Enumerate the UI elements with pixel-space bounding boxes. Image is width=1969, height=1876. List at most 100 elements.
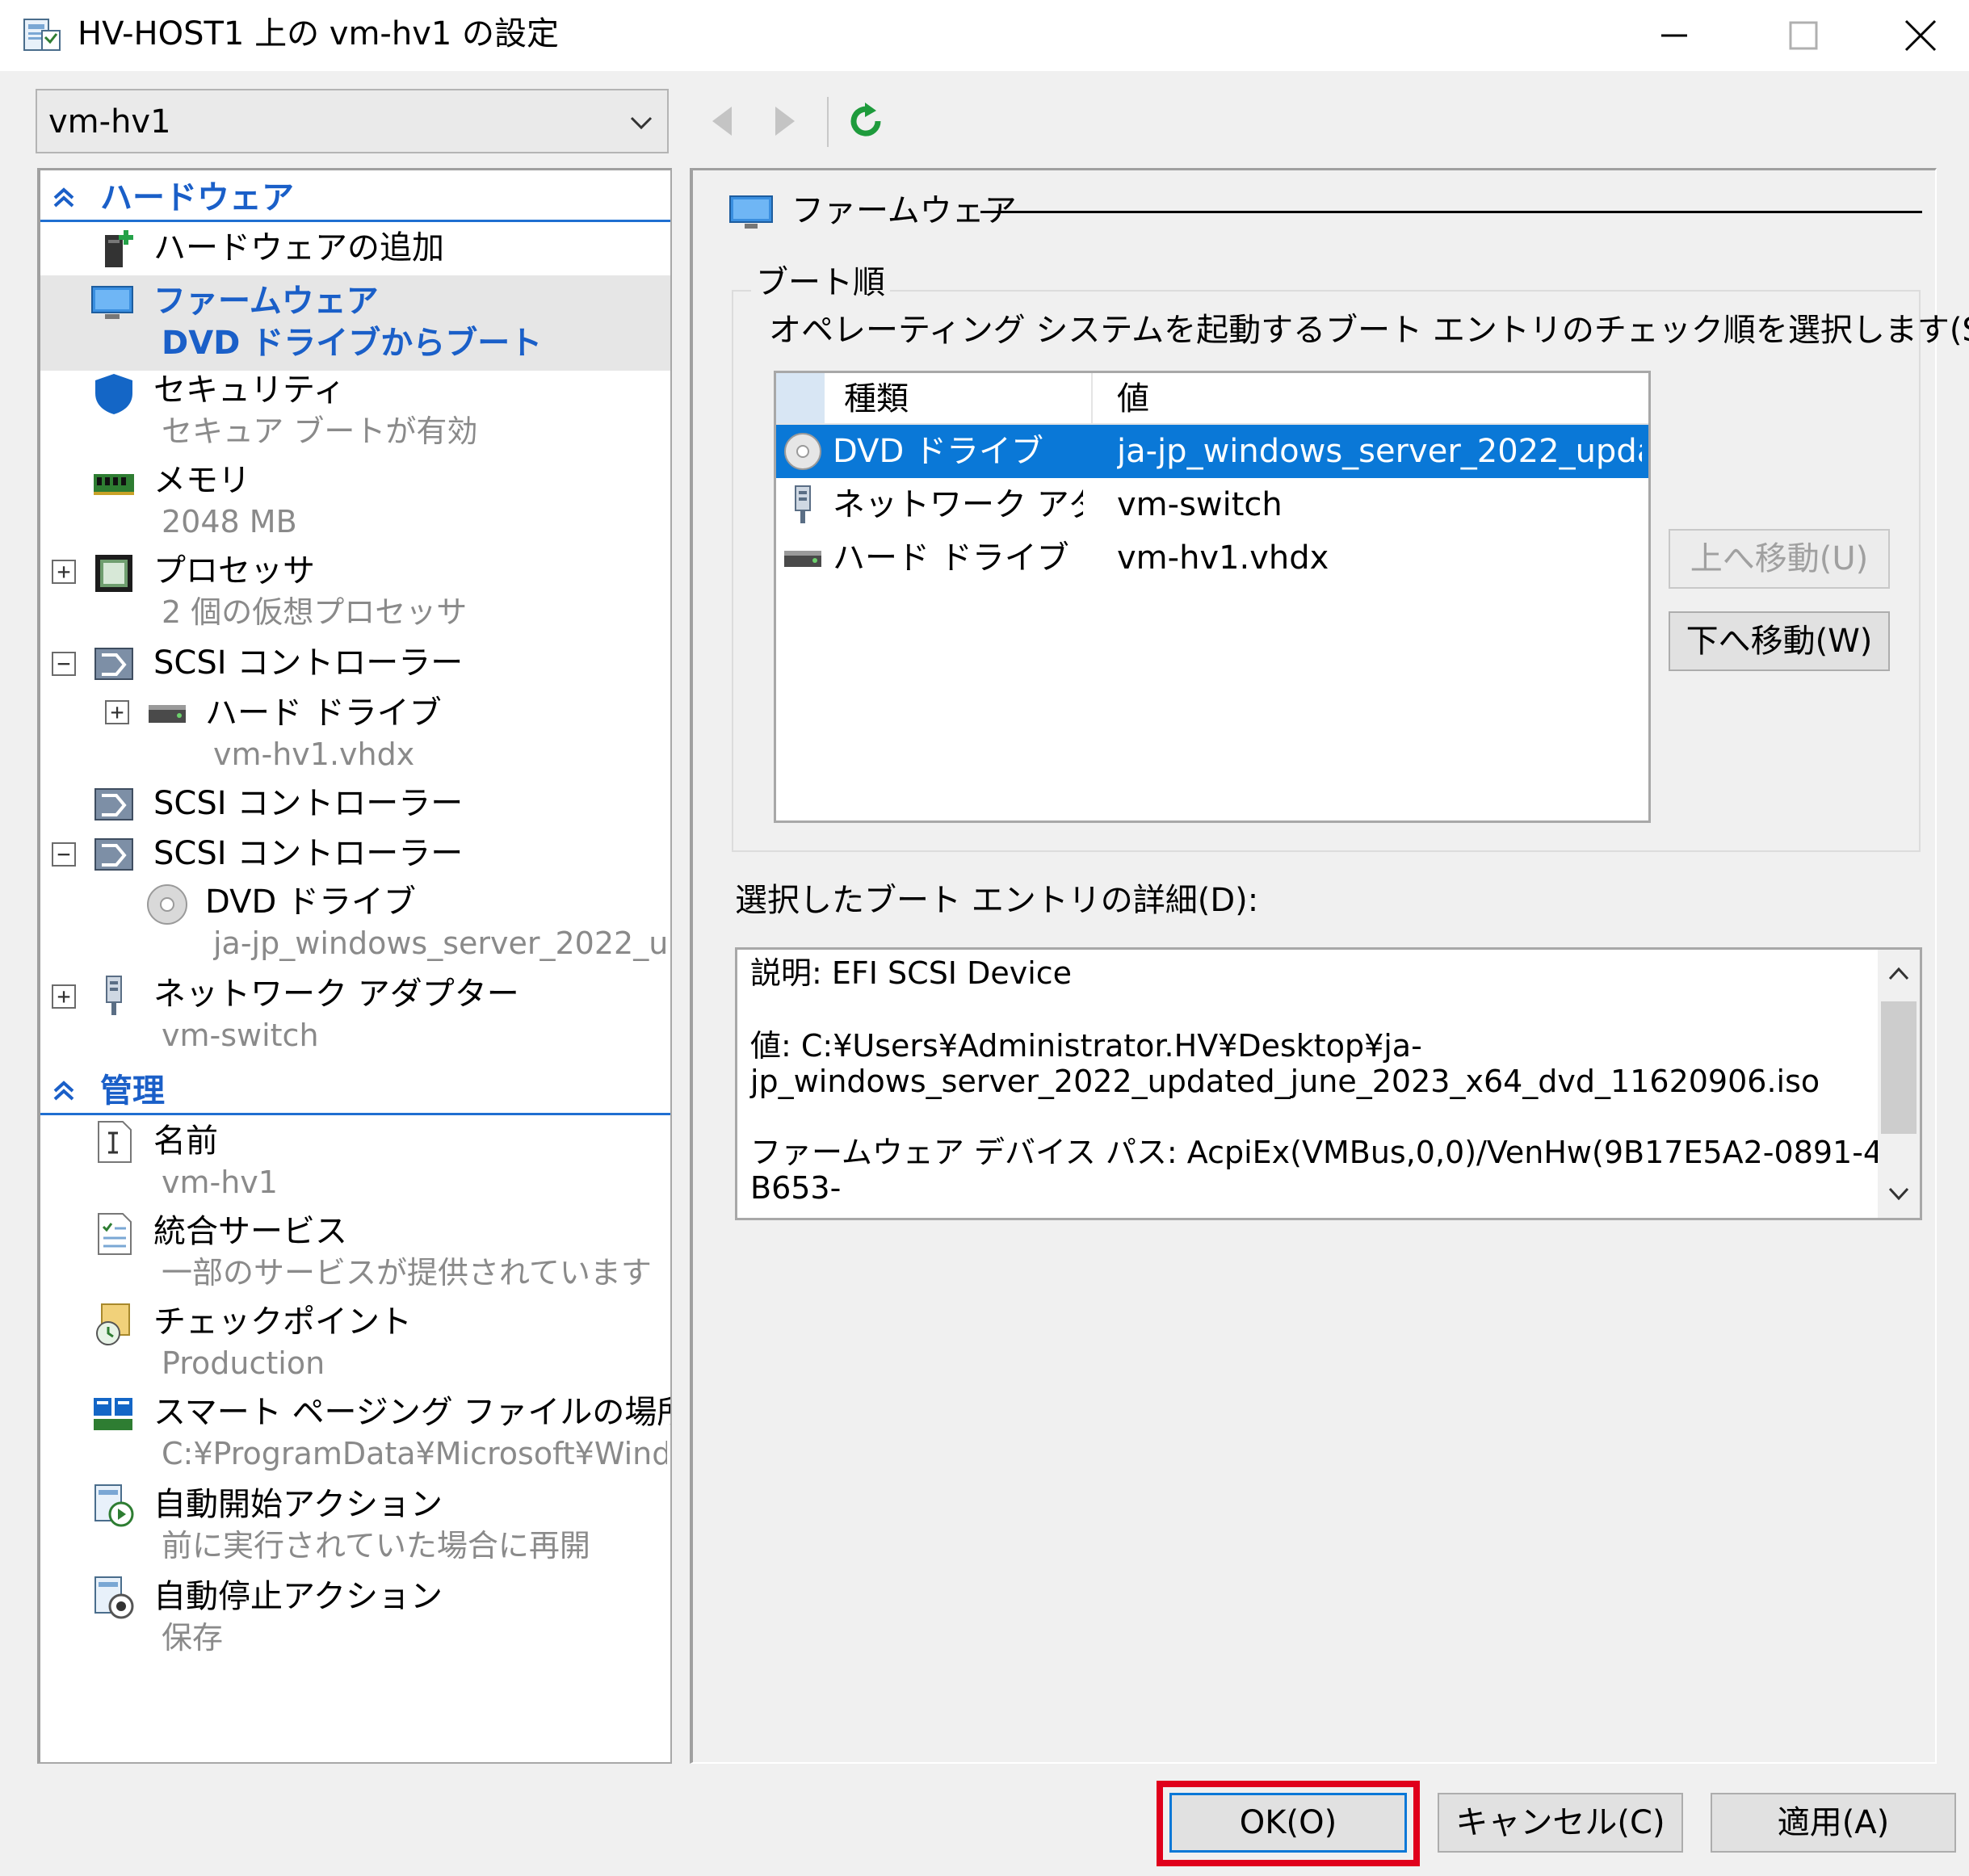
- list-header: 種類 値: [776, 373, 1648, 425]
- minimize-button[interactable]: [1614, 0, 1735, 71]
- previous-button[interactable]: [699, 95, 745, 147]
- tree-item-sublabel: 前に実行されていた場合に再開: [162, 1528, 590, 1563]
- detail-line: ファームウェア デバイス パス: AcpiEx(VMBus,0,0)/VenHw…: [750, 1135, 1922, 1170]
- hardware-category-header[interactable]: ハードウェア: [40, 172, 670, 222]
- tree-item-sublabel: vm-switch: [162, 1018, 319, 1053]
- tree-item-label: SCSI コントローラー: [153, 644, 464, 682]
- settings-tree[interactable]: ハードウェア ハードウェアの追加 ファームウェア DVD ドライブからブート セ…: [37, 168, 672, 1764]
- detail-line: 説明: EFI SCSI Device: [750, 955, 1073, 991]
- triangle-left-icon: [712, 107, 732, 136]
- apply-button[interactable]: 適用(A): [1711, 1793, 1956, 1853]
- move-down-button[interactable]: 下へ移動(W): [1669, 611, 1890, 671]
- tree-item-label: プロセッサ: [153, 552, 315, 590]
- scsi-controller-icon: [94, 838, 133, 871]
- boot-entry-type: ネットワーク アダ...: [833, 486, 1083, 523]
- detail-line: B653-: [750, 1170, 842, 1206]
- tree-item-label: スマート ページング ファイルの場所: [153, 1394, 672, 1431]
- hardware-category-label: ハードウェア: [100, 179, 294, 216]
- expand-icon[interactable]: +: [105, 700, 129, 724]
- chevron-down-icon: [1888, 1187, 1909, 1201]
- cancel-button[interactable]: キャンセル(C): [1438, 1793, 1683, 1853]
- scsi-controller-icon: [94, 648, 133, 680]
- network-adapter-icon: [795, 485, 811, 523]
- tree-item-label: チェックポイント: [153, 1303, 412, 1341]
- heading-rule: [980, 211, 1922, 213]
- checkpoint-icon: [96, 1303, 130, 1345]
- tree-item-sublabel: セキュア ブートが有効: [162, 413, 478, 449]
- dvd-icon: [147, 884, 187, 925]
- vertical-scrollbar[interactable]: [1878, 950, 1920, 1218]
- close-icon: [1904, 19, 1937, 52]
- title-bar: HV-HOST1 上の vm-hv1 の設定: [0, 0, 1969, 71]
- boot-entry-row-dvd[interactable]: DVD ドライブ ja-jp_windows_server_2022_updat…: [776, 425, 1648, 478]
- boot-entry-row-hard-drive[interactable]: ハード ドライブ vm-hv1.vhdx: [776, 531, 1648, 585]
- add-hardware-icon: [105, 230, 133, 267]
- smart-paging-icon: [94, 1398, 132, 1430]
- tree-item-firmware[interactable]: ファームウェア DVD ドライブからブート: [40, 275, 670, 371]
- boot-entry-detail-box[interactable]: 説明: EFI SCSI Device 値: C:¥Users¥Administ…: [735, 947, 1922, 1220]
- firmware-monitor-icon: [91, 286, 133, 319]
- vm-selector[interactable]: vm-hv1: [36, 89, 669, 153]
- management-category-label: 管理: [100, 1072, 165, 1110]
- next-button[interactable]: [762, 95, 808, 147]
- refresh-icon: [850, 103, 881, 136]
- toolbar-divider: [827, 97, 829, 147]
- shield-icon: [95, 374, 132, 414]
- scroll-up-button[interactable]: [1878, 958, 1920, 990]
- firmware-monitor-icon: [729, 195, 773, 229]
- chevron-up-icon: [1888, 967, 1909, 980]
- collapse-icon[interactable]: −: [52, 652, 76, 676]
- tree-item-label: SCSI コントローラー: [153, 835, 464, 872]
- collapse-chevron-icon: [53, 1081, 74, 1101]
- refresh-button[interactable]: [843, 95, 888, 147]
- management-category-header[interactable]: 管理: [40, 1065, 670, 1115]
- scroll-down-button[interactable]: [1878, 1177, 1920, 1210]
- hard-drive-icon: [149, 705, 186, 723]
- boot-entry-type: ハード ドライブ: [833, 539, 1069, 577]
- tree-item-sublabel: Production: [162, 1345, 325, 1381]
- memory-icon: [94, 474, 134, 495]
- hard-drive-icon: [784, 551, 821, 567]
- boot-order-description: オペレーティング システムを起動するブート エントリのチェック順を選択します(S…: [769, 312, 1969, 349]
- tree-item-sublabel: vm-hv1: [162, 1165, 278, 1200]
- expand-icon[interactable]: +: [52, 560, 76, 584]
- column-header-type[interactable]: 種類: [844, 378, 909, 420]
- tree-item-label: DVD ドライブ: [205, 883, 416, 921]
- tree-item-label: セキュリティ: [153, 371, 346, 409]
- processor-icon: [95, 555, 132, 592]
- tree-item-sublabel: 一部のサービスが提供されています: [162, 1255, 652, 1291]
- collapse-chevron-icon: [53, 187, 74, 208]
- boot-entry-list[interactable]: 種類 値 DVD ドライブ ja-jp_windows_server_2022_…: [774, 371, 1651, 823]
- maximize-icon: [1789, 21, 1818, 50]
- ok-button[interactable]: OK(O): [1169, 1793, 1407, 1853]
- tree-item-sublabel: 保存: [162, 1620, 224, 1656]
- maximize-button[interactable]: [1743, 0, 1864, 71]
- close-button[interactable]: [1872, 0, 1969, 71]
- tree-item-label: 自動停止アクション: [153, 1578, 443, 1615]
- boot-entry-row-network[interactable]: ネットワーク アダ... vm-switch: [776, 478, 1648, 531]
- tree-item-label: メモリ: [153, 462, 250, 499]
- scrollbar-thumb[interactable]: [1881, 1001, 1917, 1134]
- tree-item-label: SCSI コントローラー: [153, 785, 464, 822]
- move-up-button[interactable]: 上へ移動(U): [1669, 529, 1890, 589]
- column-divider[interactable]: [1091, 373, 1093, 423]
- tree-item-sublabel: C:¥ProgramData¥Microsoft¥Windo...: [162, 1436, 667, 1471]
- tree-item-label: 自動開始アクション: [153, 1486, 443, 1523]
- boot-entry-type: DVD ドライブ: [833, 433, 1043, 470]
- collapse-icon[interactable]: −: [52, 842, 76, 867]
- auto-stop-icon: [94, 1576, 134, 1619]
- tree-item-sublabel: vm-hv1.vhdx: [213, 737, 415, 772]
- expand-icon[interactable]: +: [52, 984, 76, 1009]
- tree-item-label: ファームウェア: [153, 283, 379, 320]
- name-icon: [98, 1121, 132, 1163]
- boot-entry-value: vm-switch: [1117, 486, 1283, 523]
- tree-item-label: ハードウェアの追加: [153, 229, 444, 267]
- chevron-down-icon: [630, 116, 653, 130]
- column-header-value[interactable]: 値: [1117, 378, 1149, 420]
- boot-entry-value: vm-hv1.vhdx: [1117, 539, 1329, 577]
- boot-order-label: ブート順: [751, 261, 890, 304]
- firmware-settings-panel: ファームウェア ブート順 オペレーティング システムを起動するブート エントリの…: [690, 168, 1969, 1764]
- tree-item-label: 統合サービス: [153, 1213, 347, 1250]
- boot-entry-detail-label: 選択したブート エントリの詳細(D):: [735, 882, 1259, 919]
- window-title: HV-HOST1 上の vm-hv1 の設定: [78, 15, 560, 52]
